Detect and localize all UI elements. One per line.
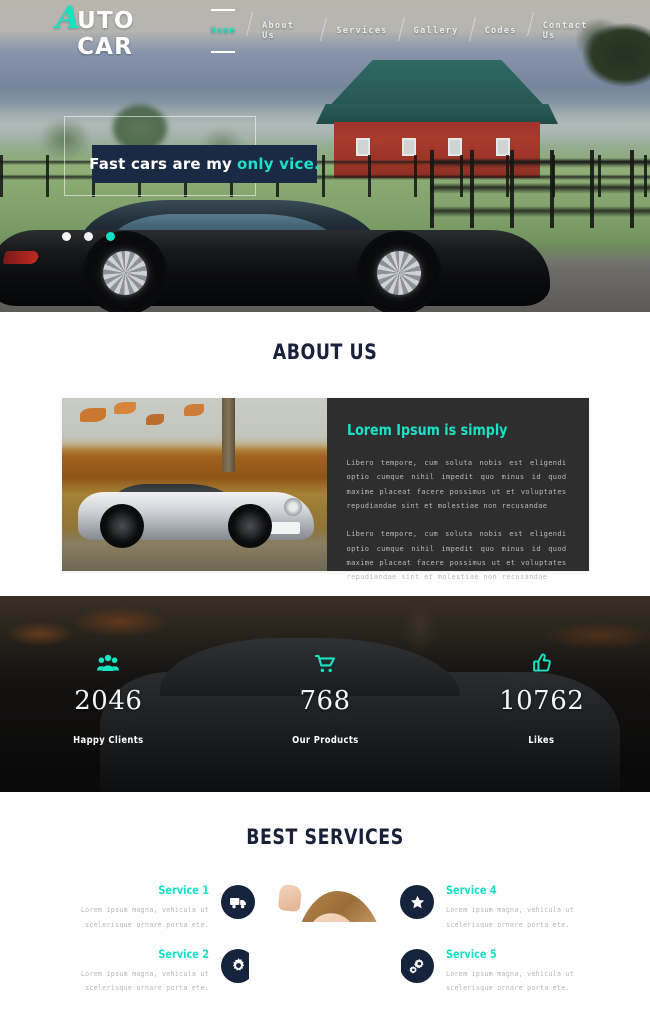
car-body bbox=[0, 230, 550, 306]
car-wheel bbox=[86, 234, 164, 312]
services-section-title: BEST SERVICES bbox=[246, 825, 404, 849]
car-wheel-hub bbox=[377, 251, 421, 295]
nav-active-underline bbox=[211, 51, 236, 53]
service-description: Lorem ipsum magna, vehicula ut scelerisq… bbox=[446, 906, 575, 929]
hero-banner: Fast cars are my only vice. A UTO CAR Ho… bbox=[0, 0, 650, 312]
about-section: ABOUT US Lorem Ipsum is simply Libero te… bbox=[0, 312, 650, 581]
nav-item-home[interactable]: Home bbox=[197, 9, 249, 53]
slider-dots[interactable] bbox=[62, 232, 115, 241]
car-emblem bbox=[283, 498, 302, 516]
nav-item-gallery[interactable]: Gallery bbox=[401, 21, 472, 41]
white-board bbox=[249, 922, 401, 1029]
top-navigation-bar: A UTO CAR Home About Us Services Gallery… bbox=[0, 0, 650, 62]
services-column-left: Service 1 Lorem ipsum magna, vehicula ut… bbox=[60, 883, 255, 1010]
service-text-block: Service 4 Lorem ipsum magna, vehicula ut… bbox=[446, 883, 595, 933]
service-heading: Service 5 bbox=[446, 946, 497, 961]
about-car-image bbox=[61, 398, 327, 571]
service-heading: Service 4 bbox=[446, 883, 497, 897]
cart-icon bbox=[217, 650, 434, 676]
stat-likes: 10762 Likes bbox=[433, 650, 650, 746]
users-icon bbox=[0, 650, 217, 676]
about-car-illustration bbox=[77, 470, 314, 552]
logo-text: UTO CAR bbox=[77, 7, 135, 60]
hero-car-image bbox=[0, 192, 550, 312]
car-wheel bbox=[227, 504, 272, 548]
service-heading: Service 1 bbox=[158, 883, 209, 897]
about-paragraph-1: Libero tempore, cum soluta nobis est eli… bbox=[346, 459, 567, 511]
hero-caption-accent: only vice. bbox=[237, 155, 320, 173]
slider-dot-2[interactable] bbox=[84, 232, 93, 241]
services-grid: Service 1 Lorem ipsum magna, vehicula ut… bbox=[0, 883, 650, 1029]
tree-trunk bbox=[221, 398, 235, 472]
about-section-title: ABOUT US bbox=[272, 340, 378, 364]
hero-caption: Fast cars are my only vice. bbox=[89, 145, 320, 183]
services-section: BEST SERVICES Service 1 Lorem ipsum magn… bbox=[0, 792, 650, 1029]
service-item-4[interactable]: Service 4 Lorem ipsum magna, vehicula ut… bbox=[400, 883, 595, 933]
car-taillight bbox=[2, 251, 40, 264]
hero-caption-plain: Fast cars are my bbox=[89, 155, 233, 173]
stat-value: 768 bbox=[299, 686, 351, 716]
statistics-section: 2046 Happy Clients 768 Our Products 1076… bbox=[0, 596, 650, 792]
service-description: Lorem ipsum magna, vehicula ut scelerisq… bbox=[80, 969, 209, 993]
nav-item-about-us[interactable]: About Us bbox=[249, 16, 323, 46]
nav-item-codes[interactable]: Codes bbox=[472, 21, 530, 41]
site-logo[interactable]: A UTO CAR bbox=[56, 2, 197, 60]
about-text-panel: Lorem Ipsum is simply Libero tempore, cu… bbox=[326, 398, 589, 581]
about-content-box: Lorem Ipsum is simply Libero tempore, cu… bbox=[61, 398, 589, 581]
nav-item-services[interactable]: Services bbox=[323, 21, 400, 41]
barn-window bbox=[356, 138, 370, 156]
services-column-right: Service 4 Lorem ipsum magna, vehicula ut… bbox=[400, 883, 595, 1010]
car-wheel bbox=[360, 234, 438, 312]
service-text-block: Service 2 Lorem ipsum magna, vehicula ut… bbox=[60, 947, 209, 997]
stat-our-products: 768 Our Products bbox=[217, 650, 434, 746]
service-description: Lorem ipsum magna, vehicula ut scelerisq… bbox=[446, 969, 575, 993]
main-menu: Home About Us Services Gallery Codes Con… bbox=[197, 9, 616, 53]
stat-label: Happy Clients bbox=[73, 735, 144, 746]
cogs-icon bbox=[400, 948, 434, 983]
services-center-image bbox=[249, 877, 401, 1029]
slider-dot-1[interactable] bbox=[62, 232, 71, 241]
service-item-5[interactable]: Service 5 Lorem ipsum magna, vehicula ut… bbox=[400, 947, 595, 997]
about-paragraph-2: Libero tempore, cum soluta nobis est eli… bbox=[346, 530, 567, 582]
slider-dot-3[interactable] bbox=[106, 232, 115, 241]
barn-roof-lower bbox=[316, 104, 558, 124]
service-item-2[interactable]: Service 2 Lorem ipsum magna, vehicula ut… bbox=[60, 947, 255, 997]
stat-value: 2046 bbox=[74, 686, 143, 716]
thumbs-up-icon bbox=[433, 650, 650, 676]
woman-hand bbox=[277, 883, 303, 913]
stat-happy-clients: 2046 Happy Clients bbox=[0, 650, 217, 746]
stats-row: 2046 Happy Clients 768 Our Products 1076… bbox=[0, 596, 650, 792]
service-item-1[interactable]: Service 1 Lorem ipsum magna, vehicula ut… bbox=[60, 883, 255, 933]
star-icon bbox=[400, 885, 434, 919]
nav-item-contact-us[interactable]: Contact Us bbox=[530, 16, 616, 46]
about-heading: Lorem Ipsum is simply bbox=[346, 421, 507, 439]
nav-label: Home bbox=[210, 26, 237, 36]
service-text-block: Service 5 Lorem ipsum magna, vehicula ut… bbox=[446, 947, 595, 997]
car-wheel bbox=[99, 504, 144, 548]
service-description: Lorem ipsum magna, vehicula ut scelerisq… bbox=[80, 906, 209, 929]
stat-label: Likes bbox=[528, 735, 555, 746]
service-heading: Service 2 bbox=[158, 946, 209, 961]
stat-label: Our Products bbox=[291, 735, 359, 746]
stat-value: 10762 bbox=[499, 686, 585, 716]
car-wheel-hub bbox=[103, 251, 147, 295]
service-text-block: Service 1 Lorem ipsum magna, vehicula ut… bbox=[60, 883, 209, 933]
barn-window bbox=[402, 138, 416, 156]
